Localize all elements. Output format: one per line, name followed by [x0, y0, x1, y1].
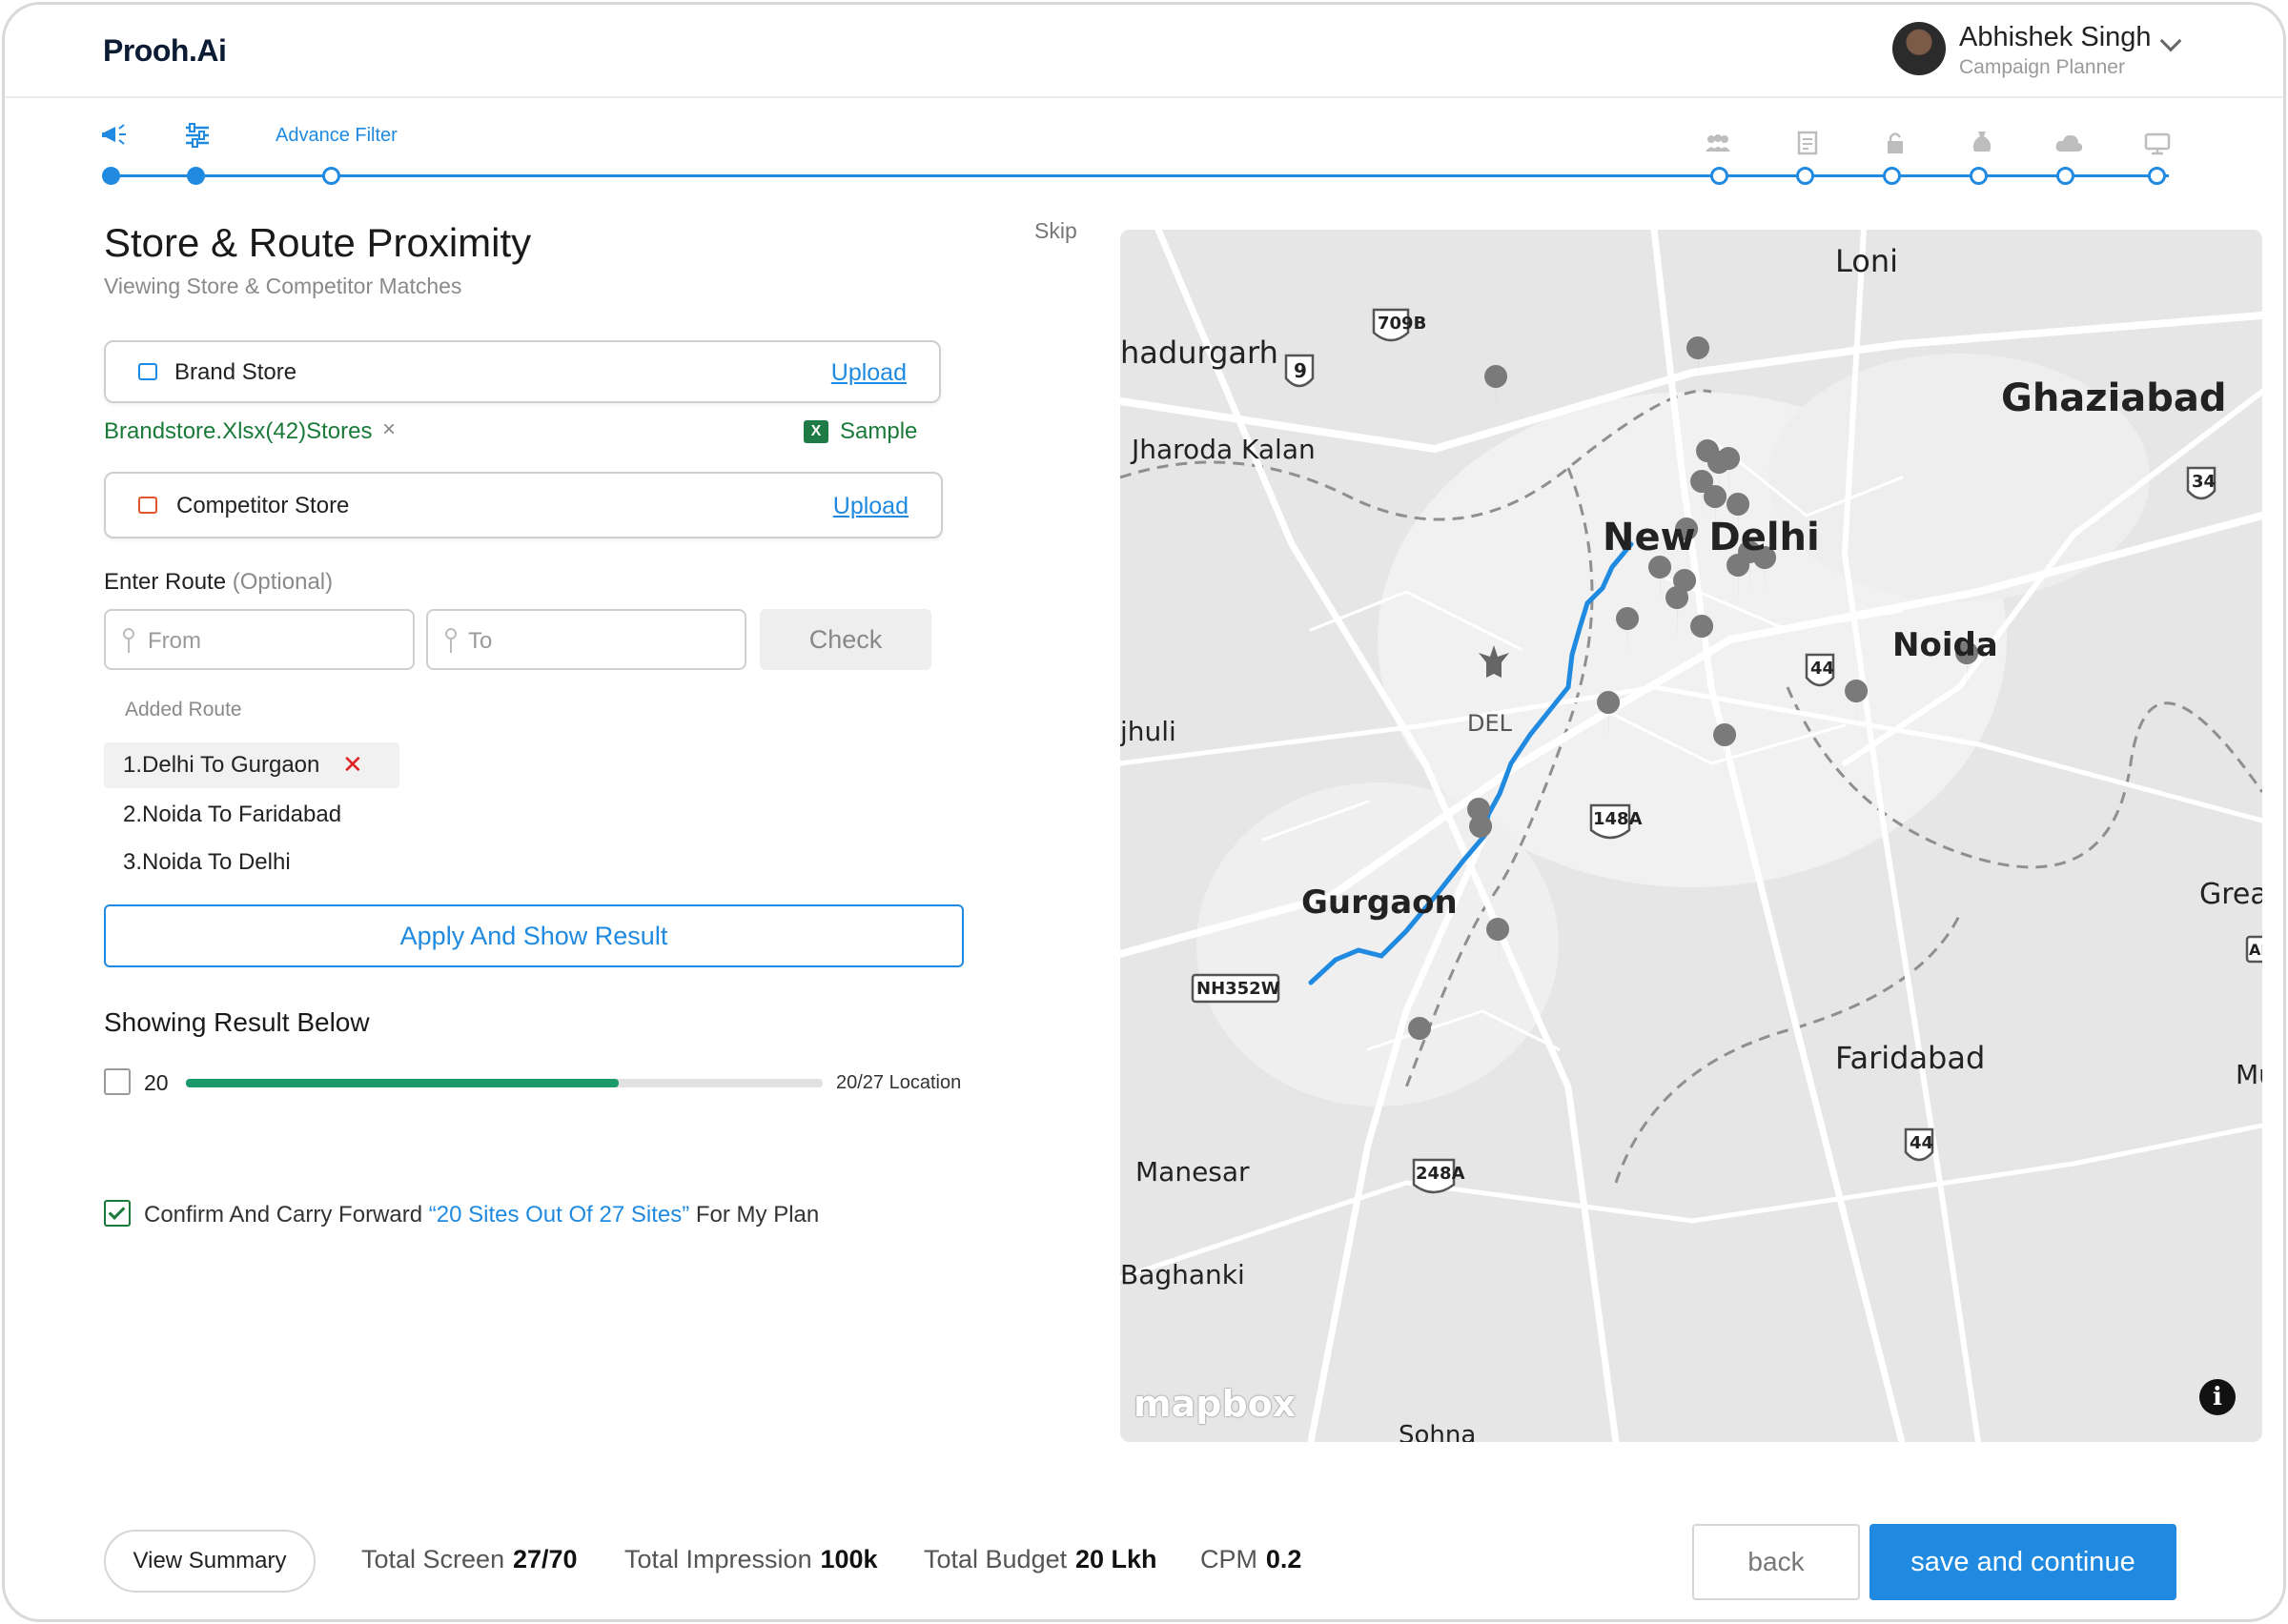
confirm-checkbox[interactable] [104, 1200, 131, 1227]
chevron-down-icon[interactable] [2159, 30, 2182, 52]
shield-label: 148A [1593, 809, 1643, 829]
shield-label: 709B [1378, 314, 1427, 334]
stat-cpm: CPM 0.2 [1200, 1545, 1302, 1573]
user-role: Campaign Planner [1959, 56, 2125, 78]
map-label: Faridabad [1835, 1040, 1986, 1076]
avatar[interactable] [1892, 22, 1946, 75]
result-checkbox[interactable] [104, 1068, 131, 1095]
map-label: Mu [2236, 1059, 2262, 1090]
save-continue-button[interactable]: save and continue [1869, 1524, 2176, 1600]
store-icon [138, 497, 157, 514]
cloud-icon[interactable] [2054, 132, 2083, 158]
shield-label: 44 [1910, 1133, 1934, 1153]
shield-label: AH [2249, 941, 2262, 959]
sample-download-link[interactable]: Sample [840, 418, 917, 445]
location-progress-label: 20/27 Location [836, 1072, 962, 1093]
confirm-text: Confirm And Carry Forward “20 Sites Out … [144, 1202, 820, 1228]
pin-icon [123, 628, 134, 639]
store-icon [138, 363, 157, 380]
lock-icon[interactable] [1885, 131, 1906, 160]
location-progress-bar [186, 1079, 823, 1087]
mapbox-logo[interactable]: mapbox [1134, 1383, 1296, 1425]
route-item[interactable]: 1.Delhi To Gurgaon [123, 752, 319, 779]
apply-show-result-button[interactable]: Apply And Show Result [104, 904, 964, 967]
stat-total-budget: Total Budget 20 Lkh [924, 1545, 1157, 1573]
page-subtitle: Viewing Store & Competitor Matches [104, 274, 462, 298]
map-view[interactable]: Loni Ghaziabad hadurgarh Jharoda Kalan N… [1120, 230, 2262, 1442]
header-divider [5, 96, 2283, 98]
shield-label: 44 [1810, 659, 1835, 679]
shield-label: 9 [1294, 359, 1307, 382]
competitor-store-upload-button[interactable]: Upload [833, 493, 909, 520]
audience-icon[interactable] [1704, 132, 1732, 158]
step-dot-5[interactable] [1796, 167, 1814, 185]
uploaded-file-name: Brandstore.Xlsx(42)Stores [104, 418, 373, 444]
map-label: Jharoda Kalan [1132, 434, 1316, 465]
added-route-label: Added Route [125, 699, 242, 721]
map-label: Gurgaon [1301, 883, 1458, 922]
step-dot-2[interactable] [187, 167, 205, 185]
route-item[interactable]: 3.Noida To Delhi [123, 849, 291, 876]
map-label: DEL [1467, 710, 1513, 737]
info-icon[interactable]: i [2199, 1379, 2236, 1415]
step-dot-9[interactable] [2148, 167, 2166, 185]
stat-total-impression: Total Impression 100k [624, 1545, 878, 1573]
page-title: Store & Route Proximity [104, 220, 532, 265]
step-dot-6[interactable] [1883, 167, 1901, 185]
route-label: Enter Route (Optional) [104, 569, 334, 595]
megaphone-icon[interactable] [100, 121, 129, 154]
document-icon[interactable] [1797, 131, 1818, 160]
stat-total-screen: Total Screen 27/70 [361, 1545, 578, 1573]
skip-link[interactable]: Skip [1034, 218, 1077, 244]
map-label: Noida [1892, 626, 1998, 664]
shield-label: NH352W [1196, 979, 1280, 999]
brand-store-label: Brand Store [174, 359, 297, 385]
check-icon [108, 1203, 126, 1220]
remove-route-icon[interactable]: ✕ [342, 750, 363, 780]
app-logo[interactable]: Prooh.Ai [103, 33, 227, 69]
check-route-button[interactable]: Check [760, 609, 931, 670]
shield-label: 248A [1416, 1164, 1465, 1184]
monitor-icon[interactable] [2144, 132, 2171, 160]
app-window: Prooh.Ai Abhishek Singh Campaign Planner… [2, 2, 2286, 1622]
route-from-placeholder: From [148, 628, 201, 654]
route-from-input[interactable]: From [104, 609, 415, 670]
remove-file-icon[interactable]: × [382, 416, 396, 443]
map-label: jhuli [1120, 716, 1176, 747]
step-dot-3[interactable] [322, 167, 340, 185]
route-to-input[interactable]: To [426, 609, 746, 670]
user-name[interactable]: Abhishek Singh [1959, 22, 2152, 53]
location-progress-fill [186, 1079, 620, 1087]
map-label: Manesar [1135, 1156, 1250, 1188]
route-item[interactable]: 2.Noida To Faridabad [123, 802, 341, 828]
excel-icon: X [804, 420, 828, 443]
result-count: 20 [144, 1070, 169, 1095]
map-label: Baghanki [1120, 1259, 1245, 1290]
competitor-store-upload-box[interactable]: Competitor Store Upload [104, 472, 943, 538]
back-button[interactable]: back [1692, 1524, 1860, 1600]
step-dot-7[interactable] [1970, 167, 1988, 185]
pin-icon [445, 628, 457, 639]
step-dot-8[interactable] [2056, 167, 2074, 185]
sliders-icon[interactable] [184, 123, 211, 154]
step-label-advance-filter[interactable]: Advance Filter [276, 125, 398, 147]
step-dot-4[interactable] [1710, 167, 1728, 185]
step-dot-1[interactable] [102, 167, 120, 185]
map-label: Grea [2199, 878, 2262, 911]
stepper-track [112, 174, 2169, 177]
route-to-placeholder: To [468, 628, 493, 654]
competitor-store-label: Competitor Store [176, 493, 350, 518]
map-label: Ghaziabad [2001, 376, 2227, 420]
brand-store-upload-box[interactable]: Brand Store Upload [104, 340, 941, 403]
money-bag-icon[interactable] [1971, 129, 1993, 160]
map-label: Loni [1835, 243, 1899, 279]
map-label: hadurgarh [1120, 335, 1278, 371]
brand-store-upload-button[interactable]: Upload [831, 359, 907, 387]
shield-label: 34 [2192, 472, 2216, 492]
map-label: New Delhi [1603, 516, 1820, 559]
map-label: Sohna [1399, 1421, 1477, 1442]
view-summary-button[interactable]: View Summary [104, 1530, 316, 1593]
result-title: Showing Result Below [104, 1007, 370, 1037]
